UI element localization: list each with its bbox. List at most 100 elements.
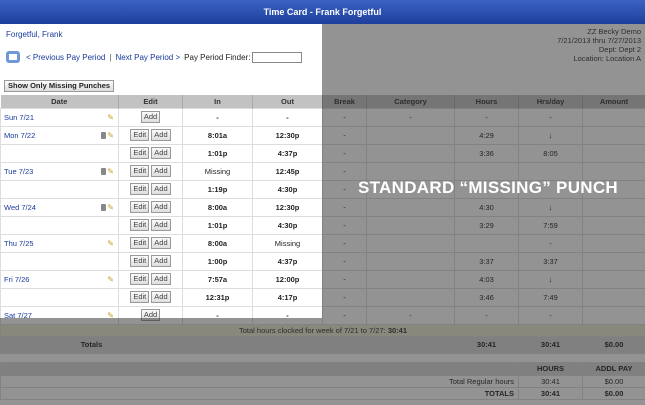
add-button[interactable]: Add bbox=[151, 237, 171, 249]
col-in: In bbox=[182, 95, 253, 108]
date-link[interactable]: Sat 7/27 bbox=[4, 311, 32, 320]
in-time: - bbox=[182, 305, 253, 325]
show-missing-punches-button[interactable]: Show Only Missing Punches bbox=[4, 80, 115, 92]
add-button[interactable]: Add bbox=[151, 165, 171, 177]
pencil-icon[interactable]: ✎ bbox=[107, 275, 114, 284]
edit-button[interactable]: Edit bbox=[130, 129, 150, 141]
hrs-day-cell: - bbox=[518, 305, 583, 325]
table-row: Wed 7/24 ✎ Edit Add 8:00a 12:30p -4:30 ↓ bbox=[0, 197, 645, 217]
hrs-day-cell: ↓ bbox=[518, 125, 583, 145]
col-break: Break bbox=[322, 95, 367, 108]
break-cell: - bbox=[322, 197, 367, 217]
edit-button[interactable]: Edit bbox=[130, 165, 150, 177]
edit-button[interactable]: Edit bbox=[130, 237, 150, 249]
edit-button[interactable]: Edit bbox=[130, 201, 150, 213]
add-button[interactable]: Add bbox=[151, 273, 171, 285]
category-cell bbox=[366, 125, 455, 145]
date-cell[interactable]: Wed 7/24 ✎ bbox=[0, 197, 119, 217]
totals-amount: $0.00 bbox=[582, 335, 645, 354]
date-cell bbox=[0, 251, 119, 271]
edit-cell: Edit Add bbox=[118, 287, 183, 307]
date-link[interactable]: Tue 7/23 bbox=[4, 167, 33, 176]
edit-cell: Edit Add bbox=[118, 269, 183, 289]
add-button[interactable]: Add bbox=[151, 255, 171, 267]
hrs-day-cell: ↓ bbox=[518, 269, 583, 289]
out-time: 4:17p bbox=[252, 287, 323, 307]
table-row: Sat 7/27 ✎ Add - - - - - - bbox=[0, 305, 645, 325]
hours-cell bbox=[454, 233, 519, 253]
edit-cell: Edit Add bbox=[118, 197, 183, 217]
hours-cell: 3:29 bbox=[454, 215, 519, 235]
employee-name[interactable]: Forgetful, Frank bbox=[6, 30, 62, 39]
add-button[interactable]: Add bbox=[151, 129, 171, 141]
break-cell: - bbox=[322, 305, 367, 325]
date-link[interactable]: Wed 7/24 bbox=[4, 203, 36, 212]
summary-regular-pay: $0.00 bbox=[582, 374, 645, 388]
pencil-icon[interactable]: ✎ bbox=[107, 167, 114, 176]
pay-period-finder-input[interactable] bbox=[252, 51, 303, 63]
date-cell bbox=[0, 143, 119, 163]
out-time: 12:00p bbox=[252, 269, 323, 289]
pay-period-range: 7/21/2013 thru 7/27/2013 bbox=[557, 36, 641, 45]
add-button[interactable]: Add bbox=[140, 111, 161, 123]
edit-cell: Edit Add bbox=[118, 125, 183, 145]
add-button[interactable]: Add bbox=[151, 219, 171, 231]
date-cell[interactable]: Sat 7/27 ✎ bbox=[0, 305, 119, 325]
amount-cell bbox=[582, 197, 645, 217]
edit-button[interactable]: Edit bbox=[130, 183, 150, 195]
summary-header-row: HOURS ADDL PAY bbox=[0, 361, 645, 376]
date-link[interactable]: Mon 7/22 bbox=[4, 131, 35, 140]
date-link[interactable]: Thu 7/25 bbox=[4, 239, 34, 248]
summary-totals-pay: $0.00 bbox=[582, 386, 645, 400]
summary-regular-label: Total Regular hours bbox=[0, 374, 519, 388]
pencil-icon[interactable]: ✎ bbox=[107, 113, 114, 122]
previous-pay-period-link[interactable]: < Previous Pay Period bbox=[26, 53, 105, 62]
add-button[interactable]: Add bbox=[151, 201, 171, 213]
summary-totals-row: TOTALS 30:41 $0.00 bbox=[0, 386, 645, 400]
pencil-icon[interactable]: ✎ bbox=[107, 311, 114, 320]
pencil-icon[interactable]: ✎ bbox=[107, 131, 114, 140]
hrs-day-cell: - bbox=[518, 107, 583, 127]
add-button[interactable]: Add bbox=[140, 309, 161, 321]
trash-icon[interactable] bbox=[101, 131, 107, 139]
date-cell[interactable]: Thu 7/25 ✎ bbox=[0, 233, 119, 253]
category-cell bbox=[366, 197, 455, 217]
edit-button[interactable]: Edit bbox=[130, 273, 150, 285]
edit-button[interactable]: Edit bbox=[130, 219, 150, 231]
edit-button[interactable]: Edit bbox=[130, 291, 150, 303]
add-button[interactable]: Add bbox=[151, 183, 171, 195]
pencil-icon[interactable]: ✎ bbox=[107, 203, 114, 212]
amount-cell bbox=[582, 287, 645, 307]
amount-cell bbox=[582, 305, 645, 325]
summary-addl-pay-header: ADDL PAY bbox=[582, 361, 645, 376]
summary-totals-label: TOTALS bbox=[0, 386, 519, 400]
date-link[interactable]: Sun 7/21 bbox=[4, 113, 34, 122]
date-link[interactable]: Fri 7/26 bbox=[4, 275, 29, 284]
table-row: Edit Add 1:01p 4:37p -3:36 8:05 bbox=[0, 143, 645, 163]
in-time: 1:19p bbox=[182, 179, 253, 199]
trash-icon[interactable] bbox=[101, 167, 107, 175]
hours-cell: 3:36 bbox=[454, 143, 519, 163]
header-left: Forgetful, Frank < Previous Pay Period |… bbox=[0, 24, 322, 78]
date-cell[interactable]: Tue 7/23 ✎ bbox=[0, 161, 119, 181]
date-cell[interactable]: Mon 7/22 ✎ bbox=[0, 125, 119, 145]
edit-button[interactable]: Edit bbox=[130, 147, 150, 159]
col-out: Out bbox=[252, 95, 323, 108]
amount-cell bbox=[582, 107, 645, 127]
date-cell[interactable]: Fri 7/26 ✎ bbox=[0, 269, 119, 289]
pencil-icon[interactable]: ✎ bbox=[107, 239, 114, 248]
break-cell: - bbox=[322, 107, 367, 127]
date-cell[interactable]: Sun 7/21 ✎ bbox=[0, 107, 119, 127]
in-time: 1:01p bbox=[182, 215, 253, 235]
calendar-icon[interactable] bbox=[6, 50, 22, 64]
in-time: 1:00p bbox=[182, 251, 253, 271]
add-button[interactable]: Add bbox=[151, 147, 171, 159]
next-pay-period-link[interactable]: Next Pay Period > bbox=[115, 53, 180, 62]
amount-cell bbox=[582, 215, 645, 235]
category-cell: - bbox=[366, 107, 455, 127]
category-cell bbox=[366, 287, 455, 307]
trash-icon[interactable] bbox=[101, 203, 107, 211]
summary-regular-hours: 30:41 bbox=[518, 374, 583, 388]
edit-button[interactable]: Edit bbox=[130, 255, 150, 267]
add-button[interactable]: Add bbox=[151, 291, 171, 303]
